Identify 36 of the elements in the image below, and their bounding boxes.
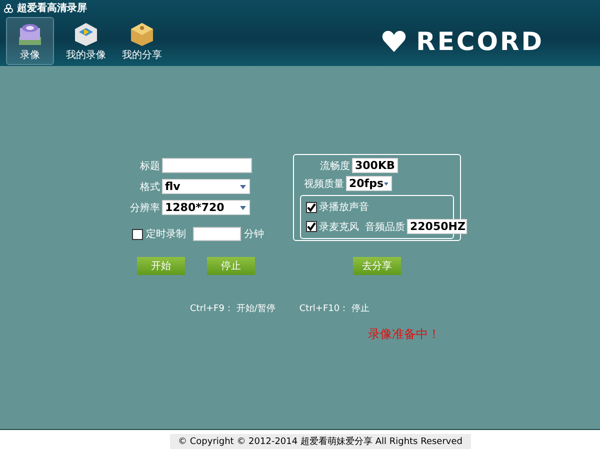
field-label: 标题 [139,160,160,172]
dropdown-caret-icon [384,182,388,186]
checkbox-label: 录麦克风 [319,220,359,234]
shortcut-hint: Ctrl+F9： 开始/暂停 [190,302,276,315]
checkbox-label: 定时录制 [146,228,186,241]
toolbar-tab[interactable]: 我的录像 [62,17,110,65]
audio-quality-dropdown[interactable]: 22050HZ [407,219,467,234]
heart-icon [382,30,406,52]
shortcut-hint: Ctrl+F10： 停止 [299,302,370,315]
dropdown-caret-icon [240,184,246,188]
format-dropdown[interactable]: flv [162,179,250,194]
field-label: 视频质量 [304,178,344,190]
quality-dropdown[interactable]: 20fps [346,176,392,191]
person-box-icon [128,20,156,48]
field-label: 音频品质 [365,220,405,234]
status-message: 录像准备中！ [368,326,440,343]
title-input[interactable] [162,158,252,173]
toolbar-tab[interactable]: 录像 [6,17,54,65]
minutes-input[interactable] [193,227,241,241]
logo-text: RECORD [416,26,544,56]
app-logo-icon [4,4,13,12]
dropdown-caret-icon [240,206,246,210]
toolbar-tab[interactable]: 我的分享 [118,17,166,65]
checkbox[interactable] [306,202,317,212]
copyright-text: © Copyright © 2012-2014 超爱看萌妹爱分享 All Rights Reserved [170,434,470,449]
field-label: 分辨率 [129,202,160,214]
checkbox[interactable] [306,221,317,232]
field-label: 格式 [139,180,160,194]
checkbox[interactable] [132,228,143,240]
resolution-dropdown[interactable]: 1280*720 [162,200,250,215]
window-title: 超爱看高清录屏 [17,1,87,15]
bitrate-dropdown[interactable]: 300KB [352,158,398,173]
field-label: 流畅度 [320,160,350,172]
checkbox-label: 录播放声音 [319,200,369,214]
play-box-icon [72,20,100,48]
unit-label: 分钟 [244,228,264,241]
